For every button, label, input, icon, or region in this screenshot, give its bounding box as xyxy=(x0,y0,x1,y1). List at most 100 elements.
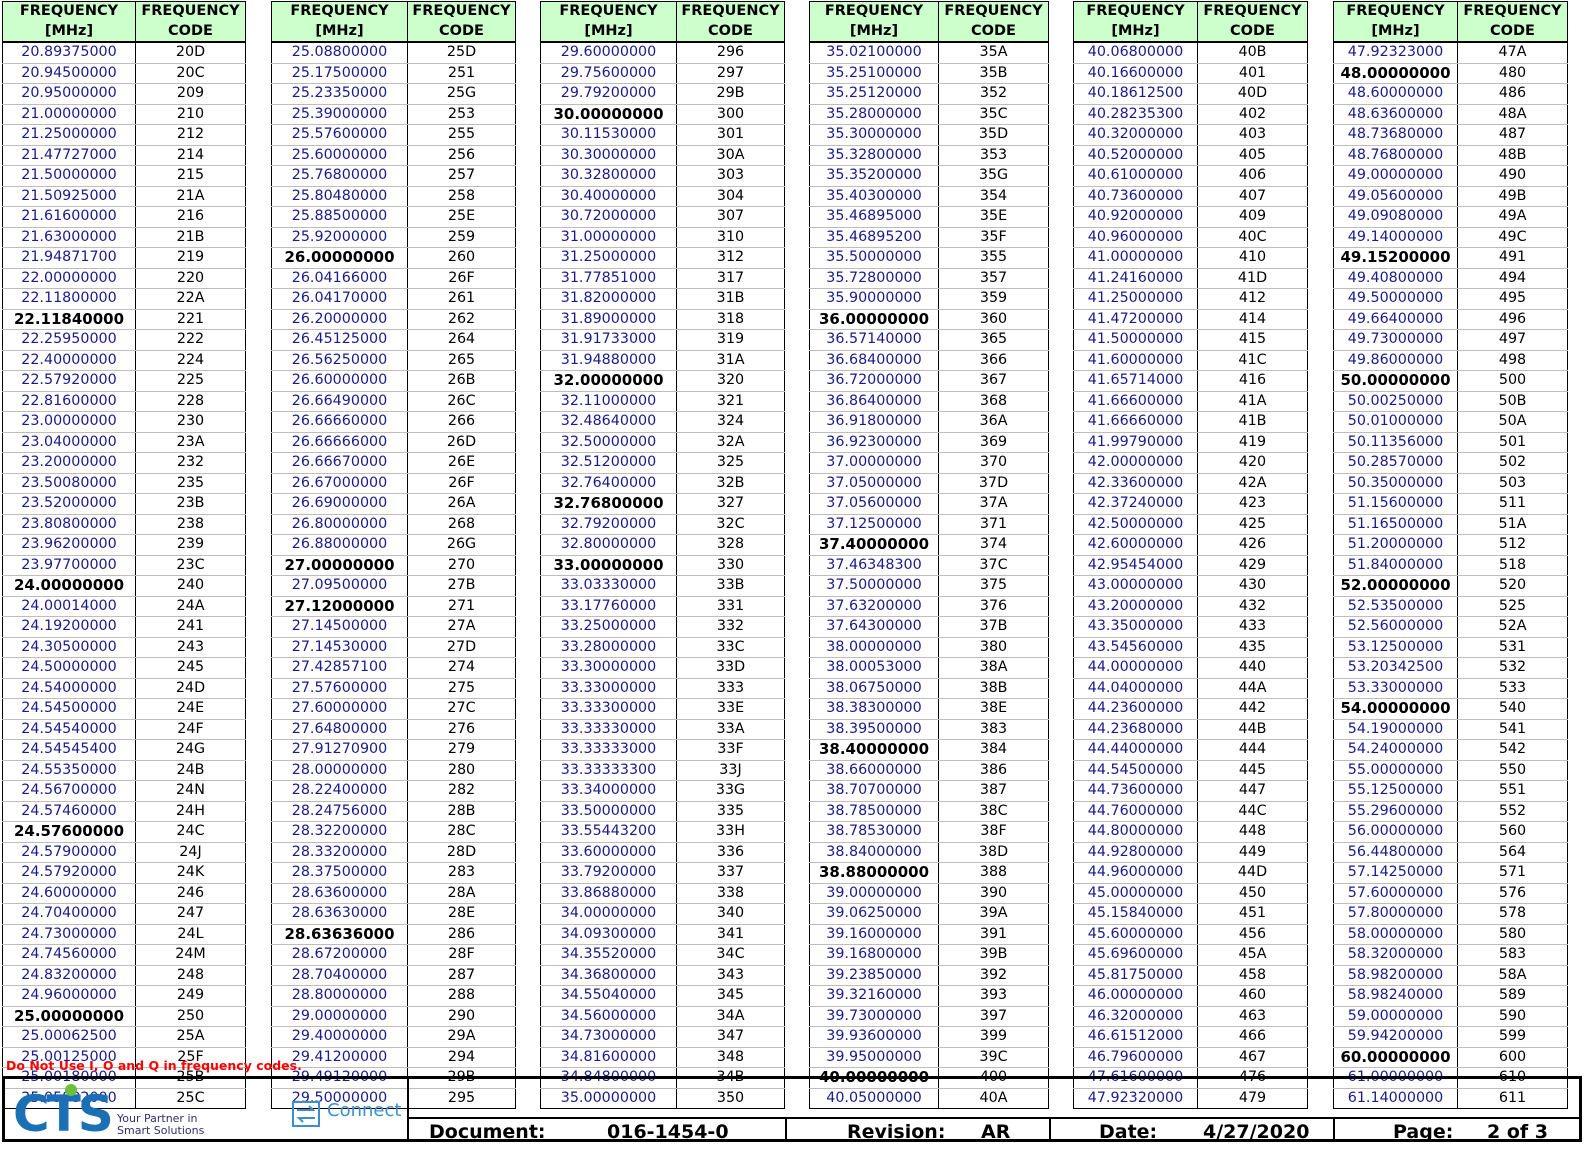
frequency-value: 22.00000000 xyxy=(2,268,136,289)
table-row: 55.29600000 552 xyxy=(1333,801,1568,822)
table-row: 48.63600000 48A xyxy=(1333,104,1568,125)
frequency-value: 44.54500000 xyxy=(1073,760,1198,781)
frequency-code: 48B xyxy=(1457,145,1568,166)
table-row: 33.30000000 33D xyxy=(540,657,785,679)
code-header-line2: CODE xyxy=(971,22,1016,39)
table-row: 36.72000000 367 xyxy=(809,370,1049,392)
frequency-value: 21.25000000 xyxy=(2,124,136,146)
frequency-code: 29A xyxy=(407,1026,516,1048)
table-row: 43.54560000 435 xyxy=(1073,637,1308,658)
frequency-header: FREQUENCY [MHz] xyxy=(809,1,939,43)
frequency-code: 359 xyxy=(938,288,1049,310)
table-row: 24.54545400 24G xyxy=(2,739,246,761)
table-row: 41.60000000 41C xyxy=(1073,350,1308,371)
frequency-code: 247 xyxy=(135,903,246,925)
table-row: 45.15840000 451 xyxy=(1073,903,1308,925)
frequency-code: 321 xyxy=(676,391,785,412)
frequency-code: 520 xyxy=(1457,575,1568,597)
frequency-code: 600 xyxy=(1457,1047,1568,1068)
table-row: 25.60000000 256 xyxy=(271,145,516,166)
frequency-value: 30.32800000 xyxy=(540,165,677,187)
table-row: 54.00000000 540 xyxy=(1333,698,1568,720)
frequency-code: 212 xyxy=(135,124,246,146)
frequency-code: 38A xyxy=(938,657,1049,679)
table-row: 48.00000000 480 xyxy=(1333,63,1568,84)
table-row: 35.32800000 353 xyxy=(809,145,1049,166)
frequency-code: 37C xyxy=(938,555,1049,576)
frequency-code: 498 xyxy=(1457,350,1568,371)
frequency-value: 38.66000000 xyxy=(809,760,939,781)
frequency-value: 39.06250000 xyxy=(809,903,939,925)
frequency-value: 54.19000000 xyxy=(1333,719,1458,740)
table-row: 34.56000000 34A xyxy=(540,1006,785,1027)
frequency-value: 35.35200000 xyxy=(809,165,939,187)
frequency-code: 41B xyxy=(1197,411,1308,433)
code-header-line1: FREQUENCY xyxy=(1203,3,1302,19)
frequency-table: FREQUENCY [MHz] FREQUENCY CODE 25.08800000 25… xyxy=(271,1,516,1109)
table-row: 24.19200000 241 xyxy=(2,616,246,638)
frequency-value: 37.40000000 xyxy=(809,534,939,556)
table-row: 50.11356000 501 xyxy=(1333,432,1568,453)
frequency-code: 487 xyxy=(1457,124,1568,146)
frequency-value: 26.66670000 xyxy=(271,452,408,474)
frequency-code: 28D xyxy=(407,842,516,863)
frequency-value: 45.60000000 xyxy=(1073,924,1198,945)
frequency-code: 500 xyxy=(1457,370,1568,392)
frequency-code: 249 xyxy=(135,985,246,1007)
frequency-code: 423 xyxy=(1197,493,1308,515)
frequency-code: 360 xyxy=(938,309,1049,330)
frequency-code: 330 xyxy=(676,555,785,576)
frequency-code: 44A xyxy=(1197,678,1308,699)
table-row: 57.80000000 578 xyxy=(1333,903,1568,925)
table-row: 41.66660000 41B xyxy=(1073,411,1308,433)
frequency-value: 24.54000000 xyxy=(2,678,136,699)
table-row: 34.36800000 343 xyxy=(540,965,785,986)
table-row: 45.69600000 45A xyxy=(1073,944,1308,966)
table-row: 33.03330000 33B xyxy=(540,575,785,597)
connect-icon xyxy=(292,1101,320,1127)
frequency-value: 32.76800000 xyxy=(540,493,677,515)
frequency-value: 35.25120000 xyxy=(809,83,939,105)
table-row: 50.00000000 500 xyxy=(1333,370,1568,392)
table-row: 42.00000000 420 xyxy=(1073,452,1308,474)
frequency-code: 416 xyxy=(1197,370,1308,392)
table-row: 33.28000000 33C xyxy=(540,637,785,658)
table-row: 32.80000000 328 xyxy=(540,534,785,556)
document-footer: CTS Your Partner in Smart Solutions Conn… xyxy=(2,1076,1582,1143)
table-row: 41.47200000 414 xyxy=(1073,309,1308,330)
table-row: 32.11000000 321 xyxy=(540,391,785,412)
frequency-code: 248 xyxy=(135,965,246,986)
frequency-value: 28.70400000 xyxy=(271,965,408,986)
frequency-value: 33.86880000 xyxy=(540,883,677,904)
frequency-code: 34A xyxy=(676,1006,785,1027)
frequency-code: 25G xyxy=(407,83,516,105)
table-row: 50.35000000 503 xyxy=(1333,473,1568,494)
frequency-code: 24J xyxy=(135,842,246,863)
frequency-code: 32B xyxy=(676,473,785,494)
table-row: 26.20000000 262 xyxy=(271,309,516,330)
table-row: 36.92300000 369 xyxy=(809,432,1049,453)
frequency-value: 41.66600000 xyxy=(1073,391,1198,412)
frequency-code: 243 xyxy=(135,637,246,658)
table-row: 33.00000000 330 xyxy=(540,555,785,576)
table-row: 25.23350000 25G xyxy=(271,83,516,105)
table-row: 33.33300000 33E xyxy=(540,698,785,720)
frequency-code: 440 xyxy=(1197,657,1308,679)
footer-divider xyxy=(785,1117,787,1139)
code-header-line2: CODE xyxy=(708,22,753,39)
table-row: 26.66490000 26C xyxy=(271,391,516,412)
frequency-value: 24.54500000 xyxy=(2,698,136,720)
frequency-code: 341 xyxy=(676,924,785,945)
code-header-line2: CODE xyxy=(1230,22,1275,39)
frequency-value: 22.11840000 xyxy=(2,309,136,330)
frequency-value: 33.33333000 xyxy=(540,739,677,761)
frequency-value: 33.30000000 xyxy=(540,657,677,679)
frequency-code: 353 xyxy=(938,145,1049,166)
frequency-code: 27A xyxy=(407,616,516,638)
frequency-value: 49.66400000 xyxy=(1333,309,1458,330)
table-row: 26.04170000 261 xyxy=(271,288,516,310)
date-label: Date: xyxy=(1099,1121,1158,1143)
frequency-code: 486 xyxy=(1457,83,1568,105)
frequency-value: 46.00000000 xyxy=(1073,985,1198,1007)
table-row: 35.40300000 354 xyxy=(809,186,1049,207)
